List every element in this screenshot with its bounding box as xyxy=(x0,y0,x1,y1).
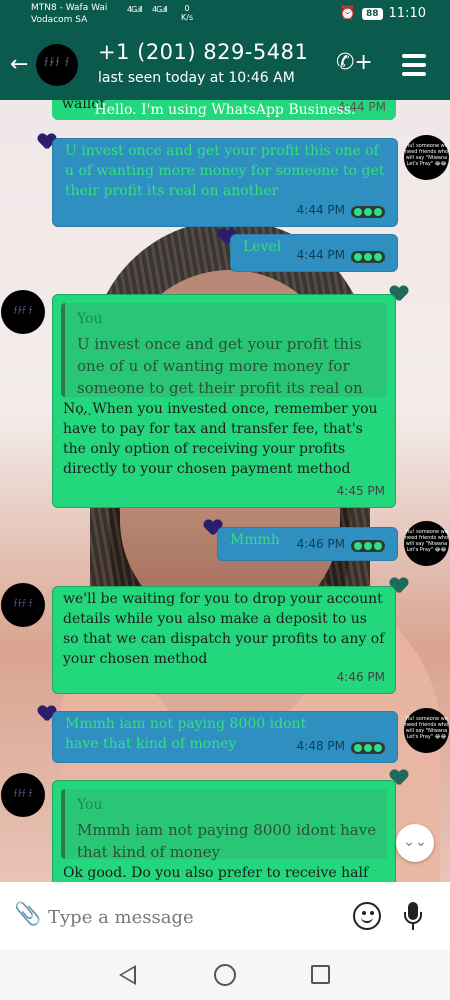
carrier-name-secondary: Vodacom SA xyxy=(31,15,88,25)
contact-avatar-small[interactable]: ⨍⨑⨍ ⨍ xyxy=(1,583,45,627)
business-status-banner: Hello. I'm using WhatsApp Business. xyxy=(94,102,356,118)
signal-icon: 4G.ıll xyxy=(152,5,167,14)
system-nav-bar xyxy=(0,950,450,1000)
friend-profile-pic[interactable]: Yiu! someone we need friends who will sa… xyxy=(404,135,449,180)
message-bubble-outgoing[interactable]: U invest once and get your profit this o… xyxy=(52,138,398,227)
message-bubble-outgoing[interactable]: Mmmh iam not paying 8000 idont have that… xyxy=(52,711,398,763)
contact-name[interactable]: +1 (201) 829-5481 xyxy=(98,40,308,64)
signal-icon: 4G.ıll xyxy=(127,5,142,14)
friend-profile-pic[interactable]: Yiu! someone we need friends who will sa… xyxy=(404,708,449,753)
network-speed: 0 K/s xyxy=(181,4,194,22)
attach-paperclip-icon[interactable]: 📎 xyxy=(14,902,41,927)
message-bubble-outgoing[interactable]: Mmmh 4:46 PM xyxy=(217,527,398,561)
menu-icon[interactable] xyxy=(402,54,426,81)
message-bubble-incoming[interactable]: You U invest once and get your profit th… xyxy=(52,294,396,508)
message-bubble-outgoing[interactable]: Level 4:44 PM xyxy=(230,234,398,272)
message-bubble-incoming[interactable]: You Mmmh iam not paying 8000 idont have … xyxy=(52,780,396,882)
message-composer: 📎 xyxy=(0,882,450,950)
read-receipt-icon xyxy=(351,251,385,263)
carrier-name: MTN8 - Wafa Wai xyxy=(31,3,108,13)
read-receipt-icon xyxy=(351,206,385,218)
chat-header: ← ⨍⨑⨍ ⨍ +1 (201) 829-5481 last seen toda… xyxy=(0,30,450,100)
friend-profile-pic[interactable]: Yiu! someone we need friends who will sa… xyxy=(404,521,449,566)
nav-recents-icon[interactable] xyxy=(311,965,330,984)
read-receipt-icon xyxy=(351,540,385,552)
contact-avatar-small[interactable]: ⨍⨑⨍ ⨍ xyxy=(1,773,45,817)
status-bar: MTN8 - Wafa Wai Vodacom SA 4G.ıll 4G.ıll… xyxy=(0,0,450,30)
emoji-icon[interactable] xyxy=(353,902,381,930)
nav-home-icon[interactable] xyxy=(214,964,236,986)
message-input[interactable] xyxy=(48,902,338,932)
last-seen-status: last seen today at 10:46 AM xyxy=(98,70,295,86)
alarm-icon: ⏰ xyxy=(339,6,356,21)
nav-back-icon[interactable] xyxy=(119,965,136,985)
microphone-icon[interactable] xyxy=(404,902,422,932)
contact-avatar[interactable]: ⨍⨑⨍ ⨍ xyxy=(36,44,78,86)
add-call-icon[interactable]: ✆+ xyxy=(336,50,373,75)
message-bubble-incoming[interactable]: we'll be waiting for you to drop your ac… xyxy=(52,586,396,694)
contact-avatar-small[interactable]: ⨍⨑⨍ ⨍ xyxy=(1,290,45,334)
chat-area[interactable]: wallet 4:44 PM Hello. I'm using WhatsApp… xyxy=(0,100,450,882)
scroll-down-icon[interactable]: ⌄⌄ xyxy=(396,824,434,862)
back-arrow-icon[interactable]: ← xyxy=(10,52,28,77)
clock: 11:10 xyxy=(388,6,426,21)
read-receipt-icon xyxy=(351,742,385,754)
quoted-message[interactable]: You Mmmh iam not paying 8000 idont have … xyxy=(61,789,387,861)
battery-indicator: 88 xyxy=(362,7,383,20)
quoted-message[interactable]: You U invest once and get your profit th… xyxy=(61,303,387,419)
